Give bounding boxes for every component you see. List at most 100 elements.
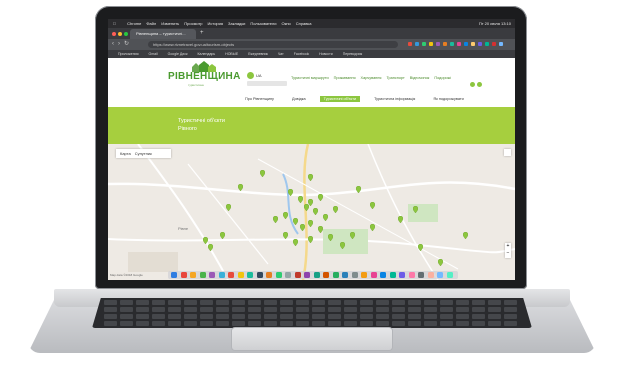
map-marker-icon[interactable] bbox=[370, 202, 375, 209]
map-marker-icon[interactable] bbox=[288, 189, 293, 196]
zoom-control[interactable]: + − bbox=[505, 243, 511, 258]
map-marker-icon[interactable] bbox=[340, 242, 345, 249]
browser-extension-icon[interactable] bbox=[464, 42, 468, 46]
top-nav-item[interactable]: Проживання bbox=[334, 76, 356, 80]
map-marker-icon[interactable] bbox=[413, 206, 418, 213]
map-marker-icon[interactable] bbox=[328, 234, 333, 241]
browser-extension-icon[interactable] bbox=[422, 42, 426, 46]
map-marker-icon[interactable] bbox=[203, 237, 208, 244]
map-marker-icon[interactable] bbox=[356, 186, 361, 193]
fullscreen-icon[interactable] bbox=[504, 149, 511, 156]
browser-tab[interactable]: Рівненщина – туристичні... bbox=[130, 29, 196, 39]
dock-app-icon[interactable] bbox=[209, 272, 215, 278]
map-marker-icon[interactable] bbox=[260, 170, 265, 177]
bookmark-item[interactable]: Gmail bbox=[148, 52, 157, 56]
map-marker-icon[interactable] bbox=[318, 226, 323, 233]
dock-app-icon[interactable] bbox=[323, 272, 329, 278]
zoom-out-icon[interactable]: − bbox=[505, 250, 511, 257]
minimize-window-icon[interactable] bbox=[118, 32, 122, 36]
map-marker-icon[interactable] bbox=[308, 174, 313, 181]
dock-app-icon[interactable] bbox=[256, 272, 263, 278]
map-marker-icon[interactable] bbox=[208, 244, 213, 251]
dock-app-icon[interactable] bbox=[351, 272, 358, 278]
menubar-item[interactable]: Файл bbox=[146, 21, 156, 26]
map-marker-icon[interactable] bbox=[438, 259, 443, 266]
main-nav-item[interactable]: Туристичні об'єкти bbox=[319, 96, 361, 102]
dock-app-icon[interactable] bbox=[446, 272, 453, 278]
menubar-item[interactable]: Пользователи bbox=[250, 21, 276, 26]
close-window-icon[interactable] bbox=[112, 32, 116, 36]
map-marker-icon[interactable] bbox=[293, 239, 298, 246]
dock-app-icon[interactable] bbox=[380, 272, 386, 278]
dock-app-icon[interactable] bbox=[275, 272, 282, 278]
bookmark-item[interactable]: Новости bbox=[319, 52, 333, 56]
map-marker-icon[interactable] bbox=[283, 212, 288, 219]
map-type-tab[interactable]: Карта bbox=[120, 151, 131, 156]
main-nav-item[interactable]: Довідка bbox=[288, 96, 310, 102]
browser-extension-icon[interactable] bbox=[443, 42, 447, 46]
language-label[interactable]: UA bbox=[256, 73, 262, 78]
top-nav-item[interactable]: Транспорт bbox=[386, 76, 404, 80]
dock-app-icon[interactable] bbox=[361, 272, 367, 278]
dock-app-icon[interactable] bbox=[294, 272, 301, 278]
browser-extension-icon[interactable] bbox=[408, 42, 412, 46]
dock-app-icon[interactable] bbox=[218, 272, 225, 278]
dock-app-icon[interactable] bbox=[171, 272, 177, 278]
bookmark-item[interactable]: Переводчик bbox=[343, 52, 362, 56]
top-nav-item[interactable]: Харчування bbox=[361, 76, 382, 80]
bookmark-item[interactable]: Facebook bbox=[294, 52, 309, 56]
apple-icon[interactable]:  bbox=[113, 21, 116, 26]
dock-app-icon[interactable] bbox=[304, 272, 310, 278]
bookmark-item[interactable]: Приложения bbox=[118, 52, 138, 56]
dock-app-icon[interactable] bbox=[180, 272, 187, 278]
map-marker-icon[interactable] bbox=[220, 232, 225, 239]
map-marker-icon[interactable] bbox=[283, 232, 288, 239]
bookmark-item[interactable]: НОВЫЕ bbox=[225, 52, 238, 56]
map-marker-icon[interactable] bbox=[298, 196, 303, 203]
map-type-tab[interactable]: Супутник bbox=[135, 151, 152, 156]
map-marker-icon[interactable] bbox=[350, 232, 355, 239]
site-search-input[interactable] bbox=[247, 81, 287, 86]
browser-extension-icon[interactable] bbox=[492, 42, 496, 46]
browser-extension-icon[interactable] bbox=[450, 42, 454, 46]
facebook-icon[interactable] bbox=[470, 82, 475, 87]
dock-app-icon[interactable] bbox=[408, 272, 415, 278]
map-marker-icon[interactable] bbox=[238, 184, 243, 191]
browser-extension-icon[interactable] bbox=[429, 42, 433, 46]
language-icon[interactable] bbox=[247, 72, 254, 79]
dock-app-icon[interactable] bbox=[228, 272, 234, 278]
map-marker-icon[interactable] bbox=[323, 214, 328, 221]
browser-extension-icon[interactable] bbox=[436, 42, 440, 46]
dock-app-icon[interactable] bbox=[332, 272, 339, 278]
dock-app-icon[interactable] bbox=[437, 272, 443, 278]
menubar-item[interactable]: Окно bbox=[281, 21, 290, 26]
map-marker-icon[interactable] bbox=[313, 208, 318, 215]
browser-extension-icon[interactable] bbox=[457, 42, 461, 46]
dock-app-icon[interactable] bbox=[199, 272, 206, 278]
nav-arrows-icon[interactable]: ‹›↻ bbox=[112, 39, 133, 50]
menubar-item[interactable]: История bbox=[208, 21, 224, 26]
address-bar[interactable]: https://www.rivnetravel.gov.ua/tourism-o… bbox=[148, 41, 398, 48]
menubar-item[interactable]: Изменить bbox=[161, 21, 179, 26]
browser-extension-icon[interactable] bbox=[485, 42, 489, 46]
dock-app-icon[interactable] bbox=[190, 272, 196, 278]
dock-app-icon[interactable] bbox=[418, 272, 424, 278]
map-marker-icon[interactable] bbox=[226, 204, 231, 211]
map-marker-icon[interactable] bbox=[318, 194, 323, 201]
bookmark-item[interactable]: Календарь bbox=[198, 52, 216, 56]
google-map[interactable]: Рівне Map data ©2018 Google bbox=[108, 144, 515, 280]
menubar-item[interactable]: Просмотр bbox=[184, 21, 202, 26]
main-nav-item[interactable]: Як подорожувати bbox=[429, 96, 467, 102]
map-marker-icon[interactable] bbox=[300, 224, 305, 231]
menubar-item[interactable]: Закладки bbox=[228, 21, 245, 26]
dock-app-icon[interactable] bbox=[237, 272, 244, 278]
browser-extension-icon[interactable] bbox=[478, 42, 482, 46]
bookmark-item[interactable]: Чат bbox=[278, 52, 284, 56]
dock-app-icon[interactable] bbox=[342, 272, 348, 278]
top-nav-item[interactable]: Відпочинок bbox=[410, 76, 430, 80]
dock-app-icon[interactable] bbox=[313, 272, 320, 278]
map-marker-icon[interactable] bbox=[463, 232, 468, 239]
bookmark-item[interactable]: Google Диск bbox=[168, 52, 188, 56]
main-nav-item[interactable]: Туристична інформація bbox=[370, 96, 419, 102]
menubar-item[interactable]: Справка bbox=[296, 21, 312, 26]
